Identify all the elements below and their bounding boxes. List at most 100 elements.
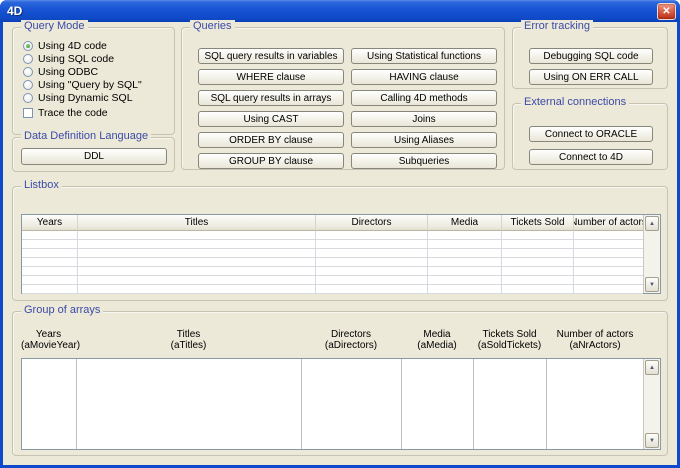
- array-column-media[interactable]: [402, 359, 474, 449]
- button-subqueries[interactable]: Subqueries: [351, 153, 497, 169]
- arrays-vertical-scrollbar[interactable]: ▲ ▼: [643, 359, 660, 449]
- button-connect-to-oracle[interactable]: Connect to ORACLE: [529, 126, 653, 142]
- listbox-row[interactable]: [22, 249, 643, 258]
- array-header-titles: Titles (aTitles): [76, 329, 301, 351]
- column-header-number-of-actors[interactable]: Number of actors: [574, 215, 643, 231]
- group-title: Error tracking: [521, 20, 593, 32]
- button-sql-query-results-in-arrays[interactable]: SQL query results in arrays: [198, 90, 344, 106]
- scrollbar-track[interactable]: [644, 376, 660, 432]
- array-column-directors[interactable]: [302, 359, 402, 449]
- radio-using-odbc[interactable]: Using ODBC: [23, 66, 170, 77]
- window-content: Query Mode Using 4D code Using SQL code …: [3, 22, 677, 465]
- column-header-years[interactable]: Years: [22, 215, 78, 231]
- scroll-up-icon[interactable]: ▲: [645, 216, 659, 231]
- listbox-cell: [428, 249, 502, 258]
- checkbox-trace-the-code[interactable]: Trace the code: [23, 107, 170, 118]
- listbox-cell: [502, 276, 574, 285]
- group-title: Queries: [190, 20, 235, 32]
- arrays-list-area: ▲ ▼: [21, 358, 661, 450]
- listbox-row[interactable]: [22, 231, 643, 240]
- button-calling-4d-methods[interactable]: Calling 4D methods: [351, 90, 497, 106]
- listbox-cell: [502, 285, 574, 294]
- radio-icon: [23, 54, 33, 64]
- array-column-years[interactable]: [22, 359, 77, 449]
- scroll-down-icon[interactable]: ▼: [645, 277, 659, 292]
- column-header-directors[interactable]: Directors: [316, 215, 428, 231]
- radio-label: Using 4D code: [38, 40, 107, 52]
- group-title: Listbox: [21, 179, 62, 191]
- listbox-vertical-scrollbar[interactable]: ▲ ▼: [643, 215, 660, 293]
- column-header-titles[interactable]: Titles: [78, 215, 316, 231]
- listbox-cell: [22, 267, 78, 276]
- button-using-aliases[interactable]: Using Aliases: [351, 132, 497, 148]
- listbox-row[interactable]: [22, 267, 643, 276]
- checkbox-label: Trace the code: [38, 107, 108, 119]
- scroll-up-icon[interactable]: ▲: [645, 360, 659, 375]
- listbox-cell: [502, 258, 574, 267]
- button-debugging-sql-code[interactable]: Debugging SQL code: [529, 48, 653, 64]
- listbox-cell: [574, 258, 643, 267]
- button-connect-to-4d[interactable]: Connect to 4D: [529, 149, 653, 165]
- listbox-cell: [78, 267, 316, 276]
- listbox-cell: [22, 231, 78, 240]
- checkbox-icon: [23, 108, 33, 118]
- array-header-number-of-actors: Number of actors (aNrActors): [546, 329, 644, 351]
- radio-using-dynamic-sql[interactable]: Using Dynamic SQL: [23, 92, 170, 103]
- listbox-cell: [502, 240, 574, 249]
- button-order-by-clause[interactable]: ORDER BY clause: [198, 132, 344, 148]
- group-title: Group of arrays: [21, 304, 103, 316]
- listbox-row[interactable]: [22, 285, 643, 294]
- column-header-media[interactable]: Media: [428, 215, 502, 231]
- radio-using-query-by-sql[interactable]: Using "Query by SQL": [23, 79, 170, 90]
- array-header-tickets-sold: Tickets Sold (aSoldTickets): [473, 329, 546, 351]
- button-where-clause[interactable]: WHERE clause: [198, 69, 344, 85]
- listbox-cell: [22, 258, 78, 267]
- listbox-cell: [78, 240, 316, 249]
- button-joins[interactable]: Joins: [351, 111, 497, 127]
- group-external-connections: External connections Connect to ORACLE C…: [512, 103, 668, 170]
- button-group-by-clause[interactable]: GROUP BY clause: [198, 153, 344, 169]
- listbox-header: Years Titles Directors Media Tickets Sol…: [22, 215, 643, 231]
- listbox-cell: [428, 285, 502, 294]
- listbox-row[interactable]: [22, 258, 643, 267]
- title-bar[interactable]: 4D ✕: [0, 0, 680, 22]
- radio-label: Using "Query by SQL": [38, 79, 142, 91]
- listbox-row[interactable]: [22, 276, 643, 285]
- listbox-cell: [316, 258, 428, 267]
- radio-label: Using ODBC: [38, 66, 98, 78]
- scrollbar-track[interactable]: [644, 232, 660, 276]
- array-column-number-of-actors[interactable]: [547, 359, 643, 449]
- listbox-row[interactable]: [22, 240, 643, 249]
- array-header-media: Media (aMedia): [401, 329, 473, 351]
- close-button[interactable]: ✕: [657, 3, 676, 20]
- arrays-headers: Years (aMovieYear) Titles (aTitles) Dire…: [21, 329, 644, 351]
- listbox-cell: [574, 249, 643, 258]
- queries-left-column: SQL query results in variables WHERE cla…: [198, 48, 344, 169]
- button-using-cast[interactable]: Using CAST: [198, 111, 344, 127]
- scroll-down-icon[interactable]: ▼: [645, 433, 659, 448]
- listbox-cell: [574, 240, 643, 249]
- listbox-columns: Years Titles Directors Media Tickets Sol…: [22, 215, 643, 293]
- array-column-tickets-sold[interactable]: [474, 359, 547, 449]
- listbox-cell: [316, 231, 428, 240]
- button-using-on-err-call[interactable]: Using ON ERR CALL: [529, 69, 653, 85]
- listbox-cell: [502, 231, 574, 240]
- group-title: External connections: [521, 96, 629, 108]
- listbox-cell: [78, 249, 316, 258]
- listbox-cell: [502, 249, 574, 258]
- listbox-cell: [316, 276, 428, 285]
- ddl-button[interactable]: DDL: [21, 148, 167, 165]
- radio-using-4d-code[interactable]: Using 4D code: [23, 40, 170, 51]
- listbox-cell: [574, 276, 643, 285]
- listbox-cell: [574, 267, 643, 276]
- radio-using-sql-code[interactable]: Using SQL code: [23, 53, 170, 64]
- button-sql-query-results-in-variables[interactable]: SQL query results in variables: [198, 48, 344, 64]
- button-having-clause[interactable]: HAVING clause: [351, 69, 497, 85]
- listbox-cell: [22, 285, 78, 294]
- listbox-cell: [22, 249, 78, 258]
- column-header-tickets-sold[interactable]: Tickets Sold: [502, 215, 574, 231]
- listbox-cell: [574, 285, 643, 294]
- array-column-titles[interactable]: [77, 359, 302, 449]
- array-header-years: Years (aMovieYear): [21, 329, 76, 351]
- button-using-statistical-functions[interactable]: Using Statistical functions: [351, 48, 497, 64]
